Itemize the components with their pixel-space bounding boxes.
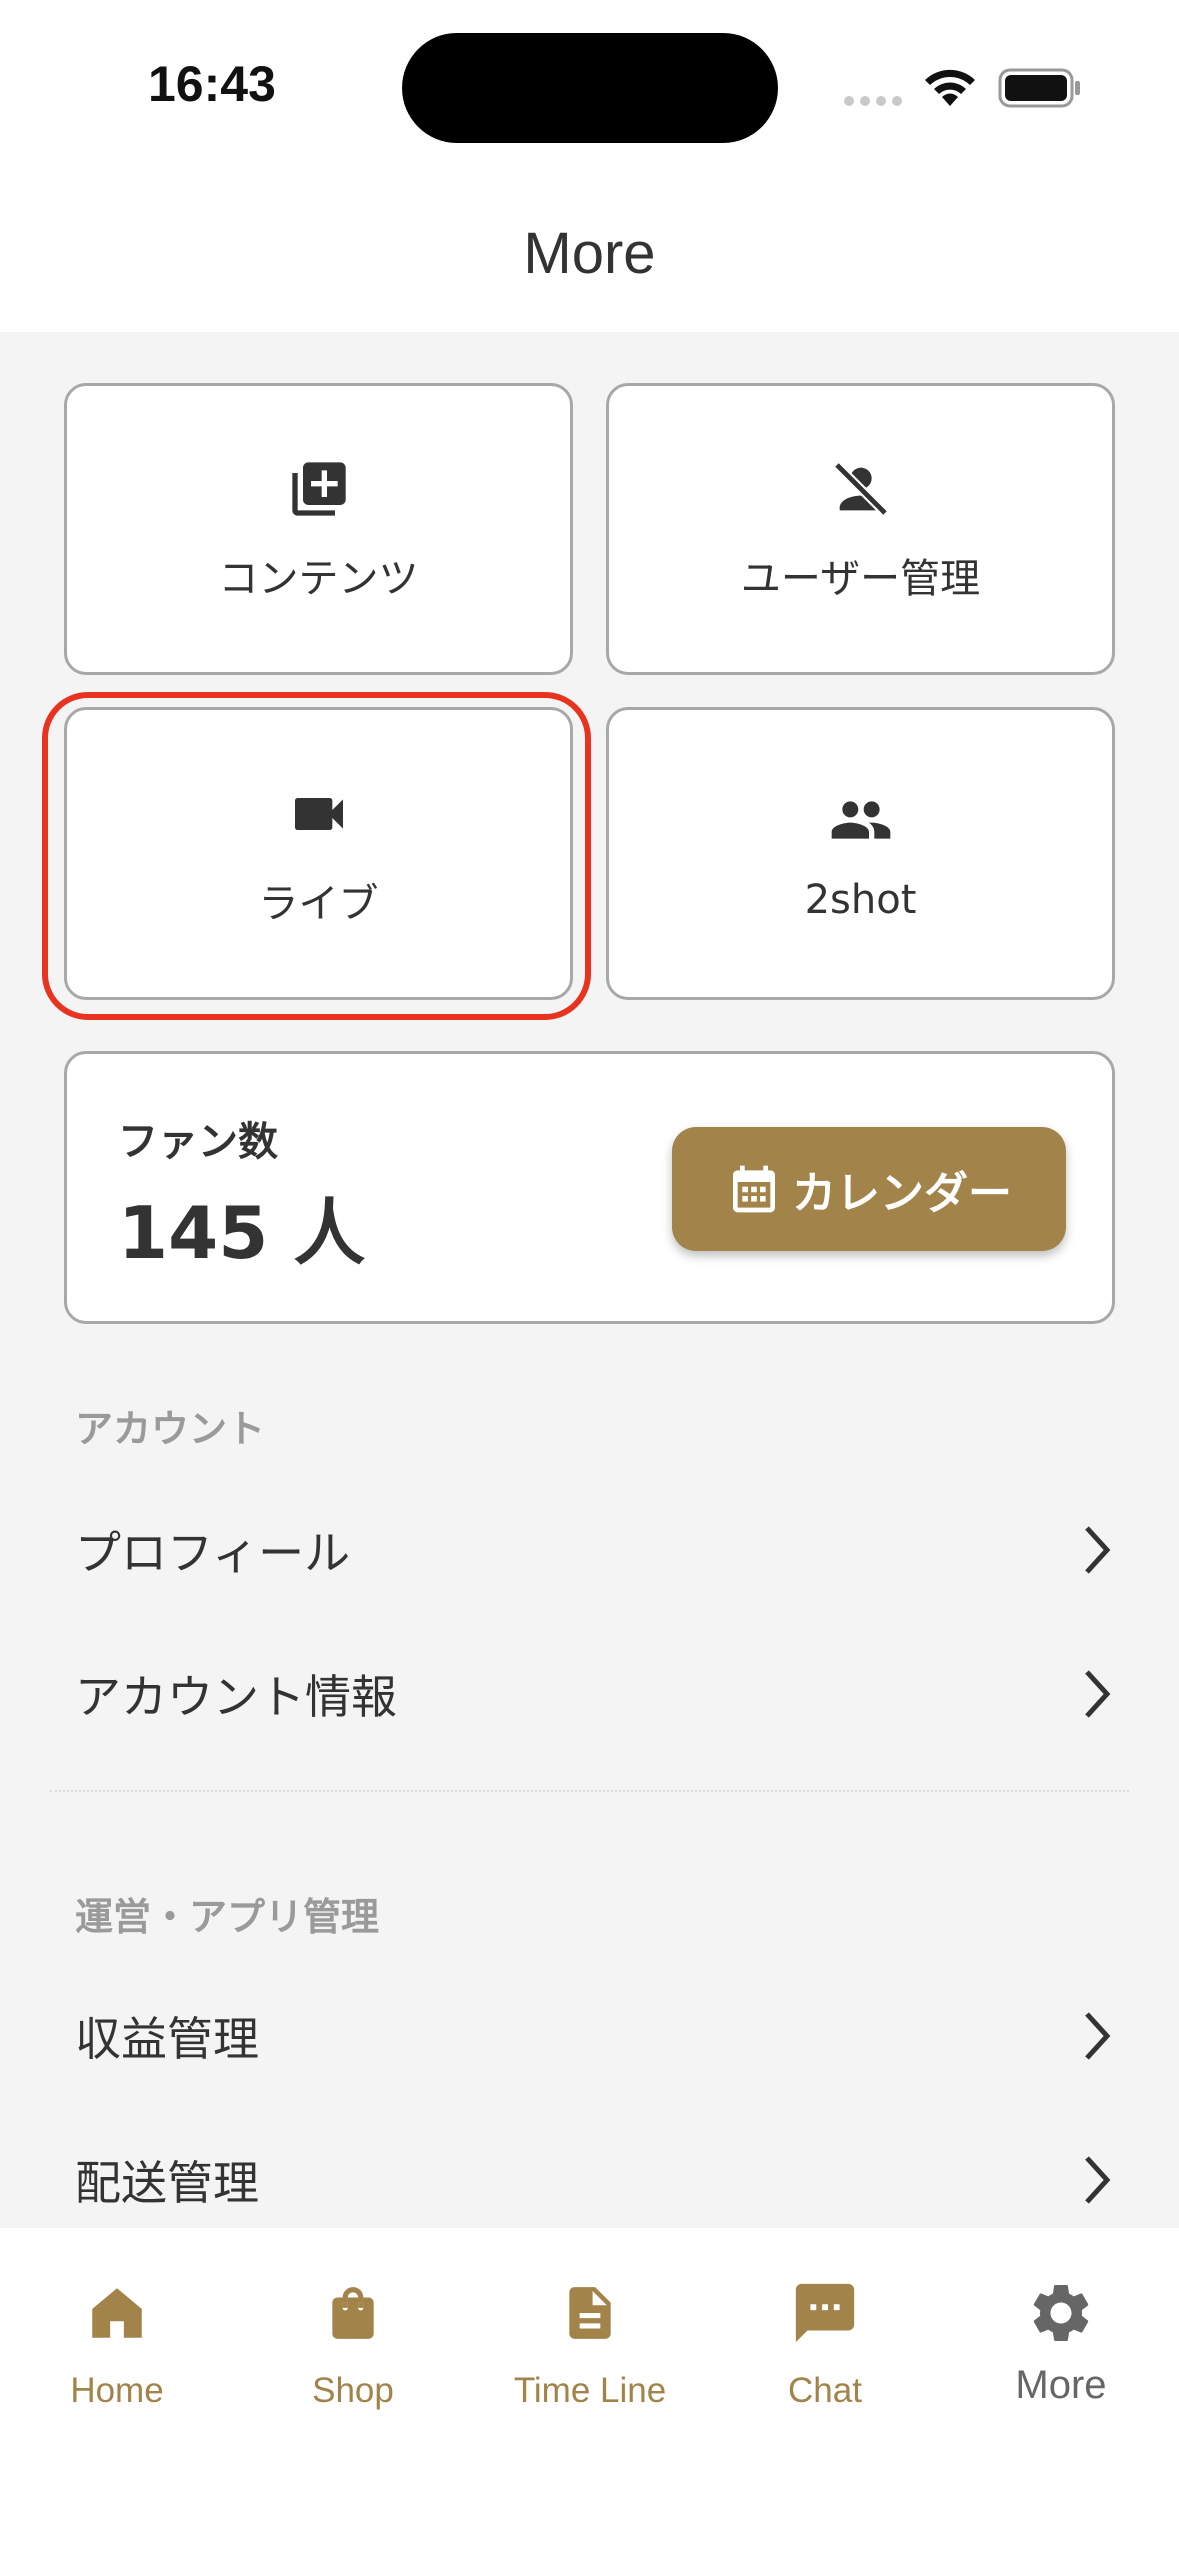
add-to-library-icon: [287, 454, 351, 524]
account-section-title: アカウント: [75, 1407, 266, 1451]
menu-item-shipping[interactable]: 配送管理: [75, 2120, 1115, 2240]
tab-label: Time Line: [513, 2371, 667, 2410]
page-title: More: [523, 221, 656, 286]
status-time: 16:43: [148, 56, 276, 112]
section-divider: [50, 1790, 1129, 1792]
fan-count-value: 145 人: [118, 1191, 366, 1275]
fan-count-label: ファン数: [118, 1119, 278, 1165]
menu-item-label: 配送管理: [75, 2156, 259, 2210]
chevron-right-icon: [1085, 1526, 1111, 1574]
tab-label: Shop: [312, 2371, 394, 2410]
menu-item-revenue[interactable]: 収益管理: [75, 1976, 1115, 2096]
menu-item-label: 収益管理: [75, 2012, 259, 2066]
calendar-icon: [733, 1165, 775, 1213]
home-icon: [84, 2273, 150, 2353]
chevron-right-icon: [1085, 1670, 1111, 1718]
tab-label: More: [1015, 2363, 1107, 2407]
tab-label: Chat: [788, 2371, 862, 2410]
battery-icon: [998, 68, 1080, 108]
user-management-tile[interactable]: ユーザー管理: [606, 383, 1115, 675]
video-camera-icon: [287, 779, 351, 849]
shopping-bag-icon: [322, 2273, 384, 2353]
tab-label: Home: [70, 2371, 164, 2410]
calendar-button[interactable]: カレンダー: [672, 1127, 1066, 1251]
tile-label: ユーザー管理: [740, 556, 981, 602]
chevron-right-icon: [1085, 2012, 1111, 2060]
menu-item-label: プロフィール: [75, 1526, 351, 1580]
chat-bubble-icon: [790, 2273, 860, 2353]
tab-timeline[interactable]: Time Line: [490, 2273, 690, 2411]
contents-tile[interactable]: コンテンツ: [64, 383, 573, 675]
tile-label: ライブ: [258, 880, 379, 927]
dynamic-island: [402, 33, 778, 143]
document-icon: [559, 2273, 621, 2353]
tab-shop[interactable]: Shop: [253, 2273, 453, 2411]
tile-label: 2shot: [804, 876, 917, 923]
chevron-right-icon: [1085, 2156, 1111, 2204]
2shot-tile[interactable]: 2shot: [606, 707, 1115, 1000]
menu-item-account-info[interactable]: アカウント情報: [75, 1634, 1115, 1754]
people-icon: [826, 785, 896, 855]
menu-item-label: アカウント情報: [75, 1670, 397, 1724]
status-bar: 16:43: [0, 0, 1179, 175]
person-off-icon: [829, 454, 893, 524]
wifi-icon: [925, 69, 975, 106]
calendar-button-label: カレンダー: [792, 1168, 1012, 1219]
tile-label: コンテンツ: [218, 556, 419, 602]
tab-home[interactable]: Home: [17, 2273, 217, 2411]
tab-bar: Home Shop Time Line Chat More: [0, 2228, 1179, 2556]
tab-more[interactable]: More: [961, 2273, 1161, 2408]
live-tile[interactable]: ライブ: [64, 707, 573, 1000]
management-section-title: 運営・アプリ管理: [75, 1895, 380, 1939]
fan-count-card: ファン数 145 人 カレンダー: [64, 1051, 1115, 1324]
navigation-header: More: [0, 175, 1179, 332]
menu-item-profile[interactable]: プロフィール: [75, 1490, 1115, 1610]
tab-chat[interactable]: Chat: [725, 2273, 925, 2411]
gear-icon: [1026, 2273, 1096, 2353]
cellular-signal-icon: [844, 96, 902, 106]
